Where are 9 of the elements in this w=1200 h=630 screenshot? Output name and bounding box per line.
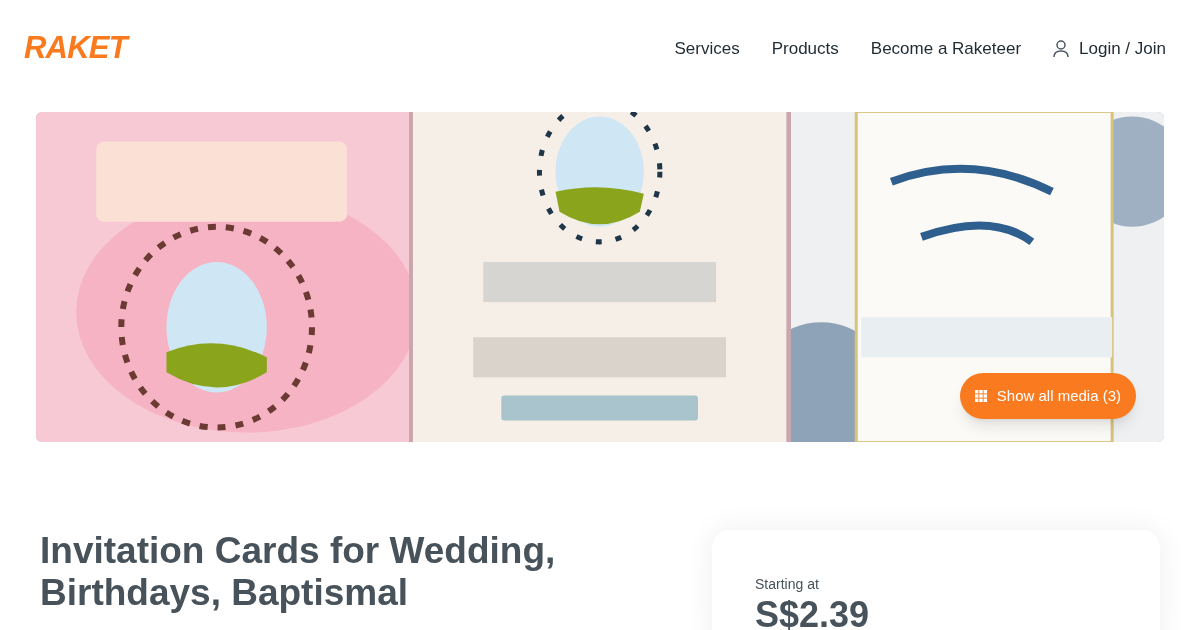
grid-icon bbox=[974, 390, 987, 402]
nav-link[interactable]: Services bbox=[674, 35, 740, 62]
user-icon bbox=[1053, 39, 1070, 58]
price-label: Starting at bbox=[755, 575, 820, 594]
nav-link[interactable]: Become a Raketeer bbox=[870, 35, 1022, 62]
page-title: Invitation Cards for Wedding, Birthdays, Baptismal bbox=[40, 530, 557, 615]
nav-link[interactable]: Products bbox=[771, 35, 839, 62]
login-link[interactable]: Login / Join bbox=[1053, 35, 1166, 62]
price: S$2.39 bbox=[755, 595, 871, 630]
